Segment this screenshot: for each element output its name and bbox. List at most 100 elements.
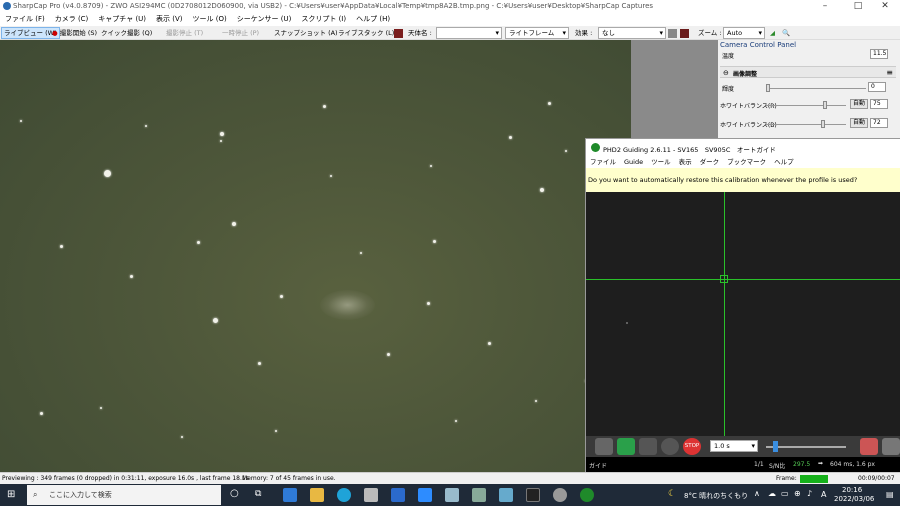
chart-icon[interactable]: ◢ — [768, 27, 777, 39]
frame-type-combo[interactable]: ライトフレーム — [505, 27, 569, 39]
settings-icon[interactable] — [882, 438, 900, 455]
histogram-icon[interactable] — [668, 29, 677, 38]
auto-select-star-icon[interactable] — [639, 438, 657, 455]
cloud-icon[interactable]: ☁ — [768, 489, 776, 498]
loop-icon[interactable] — [617, 438, 635, 455]
wb-blue-slider[interactable] — [766, 124, 846, 125]
wb-red-auto-button[interactable]: 自動 — [850, 99, 868, 109]
sharpcap-taskbar-icon[interactable] — [553, 488, 567, 502]
volume-icon[interactable]: ♪ — [807, 489, 812, 498]
store-icon[interactable] — [391, 488, 405, 502]
stop-button[interactable]: STOP — [683, 438, 701, 455]
wb-blue-thumb[interactable] — [821, 120, 825, 128]
app-icon-7[interactable] — [445, 488, 459, 502]
menu-file[interactable]: ファイル (F) — [0, 13, 50, 26]
wb-blue-value[interactable]: 72 — [870, 118, 888, 128]
temperature-value: 11.5 — [870, 49, 888, 59]
phd2-menu-bookmarks[interactable]: ブックマーク — [723, 156, 770, 168]
brain-icon[interactable] — [860, 438, 878, 455]
menu-sequencer[interactable]: シーケンサー (U) — [232, 13, 297, 26]
app-icon-10[interactable] — [526, 488, 540, 502]
close-button[interactable]: ✕ — [870, 0, 900, 13]
zoom-app-icon[interactable] — [418, 488, 432, 502]
minimize-button[interactable]: – — [810, 0, 840, 13]
taskbar-search-box[interactable]: ⌕ ここに入力して検索 — [27, 485, 221, 505]
guide-target-icon[interactable] — [661, 438, 679, 455]
weather-text[interactable]: 8°C 晴れのちくもり — [684, 491, 748, 501]
effect-combo[interactable]: なし — [598, 27, 666, 39]
stop-capture-button[interactable]: 撮影停止 (T) — [164, 27, 205, 39]
wb-blue-auto-button[interactable]: 自動 — [850, 118, 868, 128]
phd2-menu-tools[interactable]: ツール — [647, 156, 675, 168]
menu-bar: ファイル (F) カメラ (C) キャプチャ (U) 表示 (V) ツール (O… — [0, 13, 900, 26]
wb-red-value[interactable]: 75 — [870, 99, 888, 109]
crosshair-horizontal — [586, 279, 900, 280]
title-bar: SharpCap Pro (v4.0.8709) - ZWO ASI294MC … — [0, 0, 900, 13]
app-icon-9[interactable] — [499, 488, 513, 502]
phd2-menu-darks[interactable]: ダーク — [696, 156, 724, 168]
windows-start-icon[interactable]: ⊞ — [7, 489, 15, 500]
star — [232, 222, 236, 226]
phd2-taskbar-icon[interactable] — [580, 488, 594, 502]
notification-icon[interactable]: ▤ — [886, 490, 894, 499]
menu-capture[interactable]: キャプチャ (U) — [93, 13, 151, 26]
record-icon: ● — [52, 29, 60, 37]
cortana-icon[interactable]: ○ — [230, 488, 239, 499]
phd2-window: PHD2 Guiding 2.6.11 - SV165 SV905C オートガイ… — [585, 138, 900, 472]
menu-icon[interactable]: ≡ — [886, 68, 893, 77]
star — [548, 102, 551, 105]
menu-help[interactable]: ヘルプ (H) — [351, 13, 395, 26]
live-preview-image[interactable] — [0, 40, 631, 472]
quick-capture-button[interactable]: クイック撮影 (Q) — [99, 27, 154, 39]
app-icon-8[interactable] — [472, 488, 486, 502]
gamma-slider[interactable] — [766, 446, 846, 448]
menu-scripting[interactable]: スクリプト (I) — [296, 13, 351, 26]
menu-view[interactable]: 表示 (V) — [151, 13, 187, 26]
brightness-value[interactable]: 0 — [868, 82, 886, 92]
search-zoom-icon[interactable]: 🔍 — [780, 27, 792, 39]
effect-label: 効果 : — [575, 29, 593, 37]
mail-icon[interactable] — [283, 488, 297, 502]
ime-indicator[interactable]: A — [821, 490, 826, 499]
exposure-combo[interactable]: 1.0 s — [710, 440, 758, 452]
battery-icon[interactable]: ▭ — [781, 489, 789, 498]
wb-red-slider[interactable] — [766, 105, 846, 106]
calibration-info-bar[interactable]: Do you want to automatically restore thi… — [586, 168, 900, 192]
zoom-combo[interactable]: Auto — [723, 27, 765, 39]
clock-time[interactable]: 20:16 — [842, 486, 862, 494]
maximize-button[interactable]: □ — [843, 0, 873, 13]
color-swatch-icon[interactable] — [680, 29, 689, 38]
phd2-menu-file[interactable]: ファイル — [586, 156, 620, 168]
snr-label: S/N比 — [769, 463, 786, 470]
phd2-menu-view[interactable]: 表示 — [675, 156, 696, 168]
object-name-combo[interactable] — [436, 27, 502, 39]
edge-icon[interactable] — [337, 488, 351, 502]
brightness-slider[interactable] — [766, 88, 866, 89]
camera-connect-icon[interactable] — [595, 438, 613, 455]
menu-tools[interactable]: ツール (O) — [188, 13, 232, 26]
brightness-thumb[interactable] — [766, 84, 770, 92]
star — [427, 302, 430, 305]
start-capture-button[interactable]: ● 撮影開始 (S) — [50, 27, 99, 39]
snapshot-button[interactable]: スナップショット (A) — [272, 27, 340, 39]
menu-camera[interactable]: カメラ (C) — [50, 13, 94, 26]
memory-status: Memory: 7 of 45 frames in use. — [242, 475, 336, 482]
collapse-icon[interactable]: ⊖ — [723, 69, 729, 77]
live-stack-button[interactable]: ライブスタック (L) — [336, 27, 396, 39]
wb-red-thumb[interactable] — [823, 101, 827, 109]
gamma-thumb[interactable] — [773, 441, 778, 452]
start-capture-label: 撮影開始 (S) — [59, 29, 98, 37]
guide-camera-view[interactable] — [586, 192, 900, 436]
image-adjust-section[interactable]: ⊖ 画像調整 ≡ — [720, 66, 896, 78]
task-view-icon[interactable]: ⧉ — [255, 489, 261, 499]
pause-button[interactable]: 一時停止 (P) — [220, 27, 261, 39]
globe-icon[interactable]: ⊕ — [794, 489, 801, 498]
clock-date[interactable]: 2022/03/06 — [834, 495, 874, 503]
app-icon-4[interactable] — [364, 488, 378, 502]
galaxy-blob — [320, 290, 375, 320]
phd2-menu-guide[interactable]: Guide — [620, 156, 647, 168]
file-explorer-icon[interactable] — [310, 488, 324, 502]
chevron-up-icon[interactable]: ∧ — [754, 489, 760, 498]
phd2-menu-help[interactable]: ヘルプ — [770, 156, 798, 168]
star — [455, 420, 457, 422]
